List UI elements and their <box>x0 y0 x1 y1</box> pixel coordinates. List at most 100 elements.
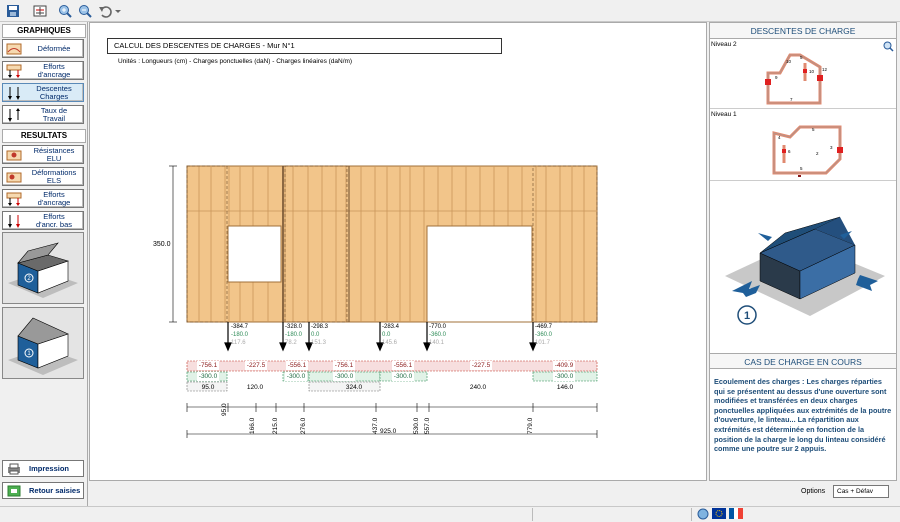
point-load-5: -770.0 -360.0 140.1 <box>429 324 447 346</box>
point-load-4: -283.4 0.0 145.6 <box>382 324 400 346</box>
options-label: Options <box>801 488 826 495</box>
door-opening <box>426 225 533 323</box>
segment-length-2: 120.0 <box>246 384 264 391</box>
position-8: 779.0 <box>527 417 534 434</box>
deformee-button[interactable]: Déformée <box>2 39 84 58</box>
anchor-bottom-icon <box>3 212 25 229</box>
toolbar <box>0 0 900 22</box>
cas-charge-description: Ecoulement des charges : Les charges rép… <box>714 377 892 454</box>
svg-text:6: 6 <box>788 149 791 154</box>
resistance-icon <box>3 146 25 163</box>
point-load-1: -384.7 -180.0 117.6 <box>231 324 249 346</box>
point-load-2: -328.0 -180.0 78.2 <box>285 324 303 346</box>
level-1-view-button[interactable]: 1 <box>2 307 84 379</box>
svg-text:10: 10 <box>786 59 792 64</box>
position-5: 437.0 <box>372 417 379 434</box>
svg-text:9: 9 <box>775 75 778 80</box>
niveau-2-label: Niveau 2 <box>711 41 737 48</box>
green-load-2: -300.0 <box>285 372 307 381</box>
wall-elevation <box>186 165 598 323</box>
segment-length-1: 95.0 <box>201 384 215 391</box>
descentes-charges-button[interactable]: Descentes Charges <box>2 83 84 102</box>
status-bar <box>0 506 900 521</box>
svg-text:7: 7 <box>790 97 793 102</box>
graphiques-header: GRAPHIQUES <box>2 24 86 38</box>
left-panel: GRAPHIQUES Déformée Efforts d'ancrage De… <box>0 22 88 506</box>
house-number-label: 1 <box>744 310 750 322</box>
resultats-header: RESULTATS <box>2 129 86 143</box>
magnifier-icon[interactable] <box>883 41 894 54</box>
right-panel: DESCENTES DE CHARGE Niveau 2 5 10 9 10 1… <box>709 22 897 481</box>
wall-height-label: 350.0 <box>153 241 171 248</box>
zoom-in-icon[interactable] <box>57 3 73 19</box>
svg-text:2: 2 <box>816 151 819 156</box>
french-flag-icon[interactable] <box>729 508 743 521</box>
position-6: 530.0 <box>413 417 420 434</box>
load-descent-icon <box>3 84 25 101</box>
return-icon <box>3 485 25 497</box>
eu-flag-icon[interactable] <box>712 508 726 521</box>
total-length-label: 925.0 <box>380 428 397 435</box>
house-3d-illustration: 1 <box>725 216 885 325</box>
efforts-ancrage-button[interactable]: Efforts d'ancrage <box>2 61 84 80</box>
zoom-out-icon[interactable] <box>77 3 93 19</box>
point-load-arrows <box>224 322 537 352</box>
globe-icon[interactable] <box>697 508 709 522</box>
red-load-7: -409.9 <box>553 361 575 370</box>
resistances-elu-button[interactable]: Résistances ELU <box>2 145 84 164</box>
anchor-arrows-icon <box>3 190 25 207</box>
green-load-4: -300.0 <box>392 372 414 381</box>
descentes-header: DESCENTES DE CHARGE <box>710 23 896 39</box>
position-2: 166.0 <box>249 417 256 434</box>
segment-length-3: 324.0 <box>345 384 363 391</box>
position-1: 95.0 <box>221 403 228 416</box>
red-load-5: -556.1 <box>392 361 414 370</box>
svg-text:3: 3 <box>830 145 833 150</box>
diagram-icon[interactable] <box>32 3 48 19</box>
segment-length-5: 146.0 <box>556 384 574 391</box>
efforts-ancrage-2-button[interactable]: Efforts d'ancrage <box>2 189 84 208</box>
deformations-icon <box>3 168 25 185</box>
retour-saisies-button[interactable]: Retour saisies <box>2 482 84 499</box>
undo-icon[interactable] <box>97 3 113 19</box>
taux-travail-button[interactable]: Taux de Travail <box>2 105 84 124</box>
position-7: 557.0 <box>424 417 431 434</box>
green-load-5: -300.0 <box>553 372 575 381</box>
position-4: 276.0 <box>300 417 307 434</box>
red-load-1: -756.1 <box>197 361 219 370</box>
red-load-3: -556.1 <box>286 361 308 370</box>
house-level-2-icon: 2 <box>8 242 78 298</box>
load-direction-3d-view: 1 <box>710 181 896 349</box>
impression-button[interactable]: Impression <box>2 460 84 477</box>
svg-text:5: 5 <box>800 166 803 171</box>
wall-diagram <box>169 165 598 438</box>
dropdown-icon[interactable] <box>113 3 123 19</box>
niveau-1-plan-drawing: 4 5 6 3 5 2 <box>772 125 843 177</box>
main-drawing-area: CALCUL DES DESCENTES DE CHARGES - Mur N°… <box>89 22 707 481</box>
options-select[interactable]: Cas + Défav <box>833 485 889 498</box>
house-level-1-icon: 1 <box>8 317 78 375</box>
point-load-6: -469.7 -360.0 101.7 <box>535 324 553 346</box>
anchor-arrows-icon <box>3 62 25 79</box>
svg-text:12: 12 <box>822 67 828 72</box>
printer-icon <box>3 463 25 475</box>
green-load-1: -300.0 <box>197 372 219 381</box>
red-load-6: -227.5 <box>470 361 492 370</box>
niveau-2-plan[interactable]: Niveau 2 5 10 9 10 12 7 <box>710 39 896 109</box>
efforts-ancrage-bas-button[interactable]: Efforts d'ancr. bas <box>2 211 84 230</box>
deformation-icon <box>3 40 25 57</box>
point-load-3: -298.3 0.0 151.3 <box>311 324 329 346</box>
options-bar: Options Cas + Défav <box>709 482 897 502</box>
niveau-2-plan-drawing: 5 10 9 10 12 7 <box>765 53 828 105</box>
window-opening <box>227 225 282 283</box>
cas-charge-header: CAS DE CHARGE EN COURS <box>710 353 896 369</box>
niveau-1-label: Niveau 1 <box>711 111 737 118</box>
red-load-2: -227.5 <box>245 361 267 370</box>
level-2-view-button[interactable]: 2 <box>2 232 84 304</box>
niveau-1-plan[interactable]: Niveau 1 4 5 6 3 5 2 <box>710 109 896 181</box>
red-load-4: -756.1 <box>333 361 355 370</box>
deformations-els-button[interactable]: Déformations ELS <box>2 167 84 186</box>
position-3: 215.0 <box>272 417 279 434</box>
green-load-3: -300.0 <box>333 372 355 381</box>
save-icon[interactable] <box>5 3 21 19</box>
